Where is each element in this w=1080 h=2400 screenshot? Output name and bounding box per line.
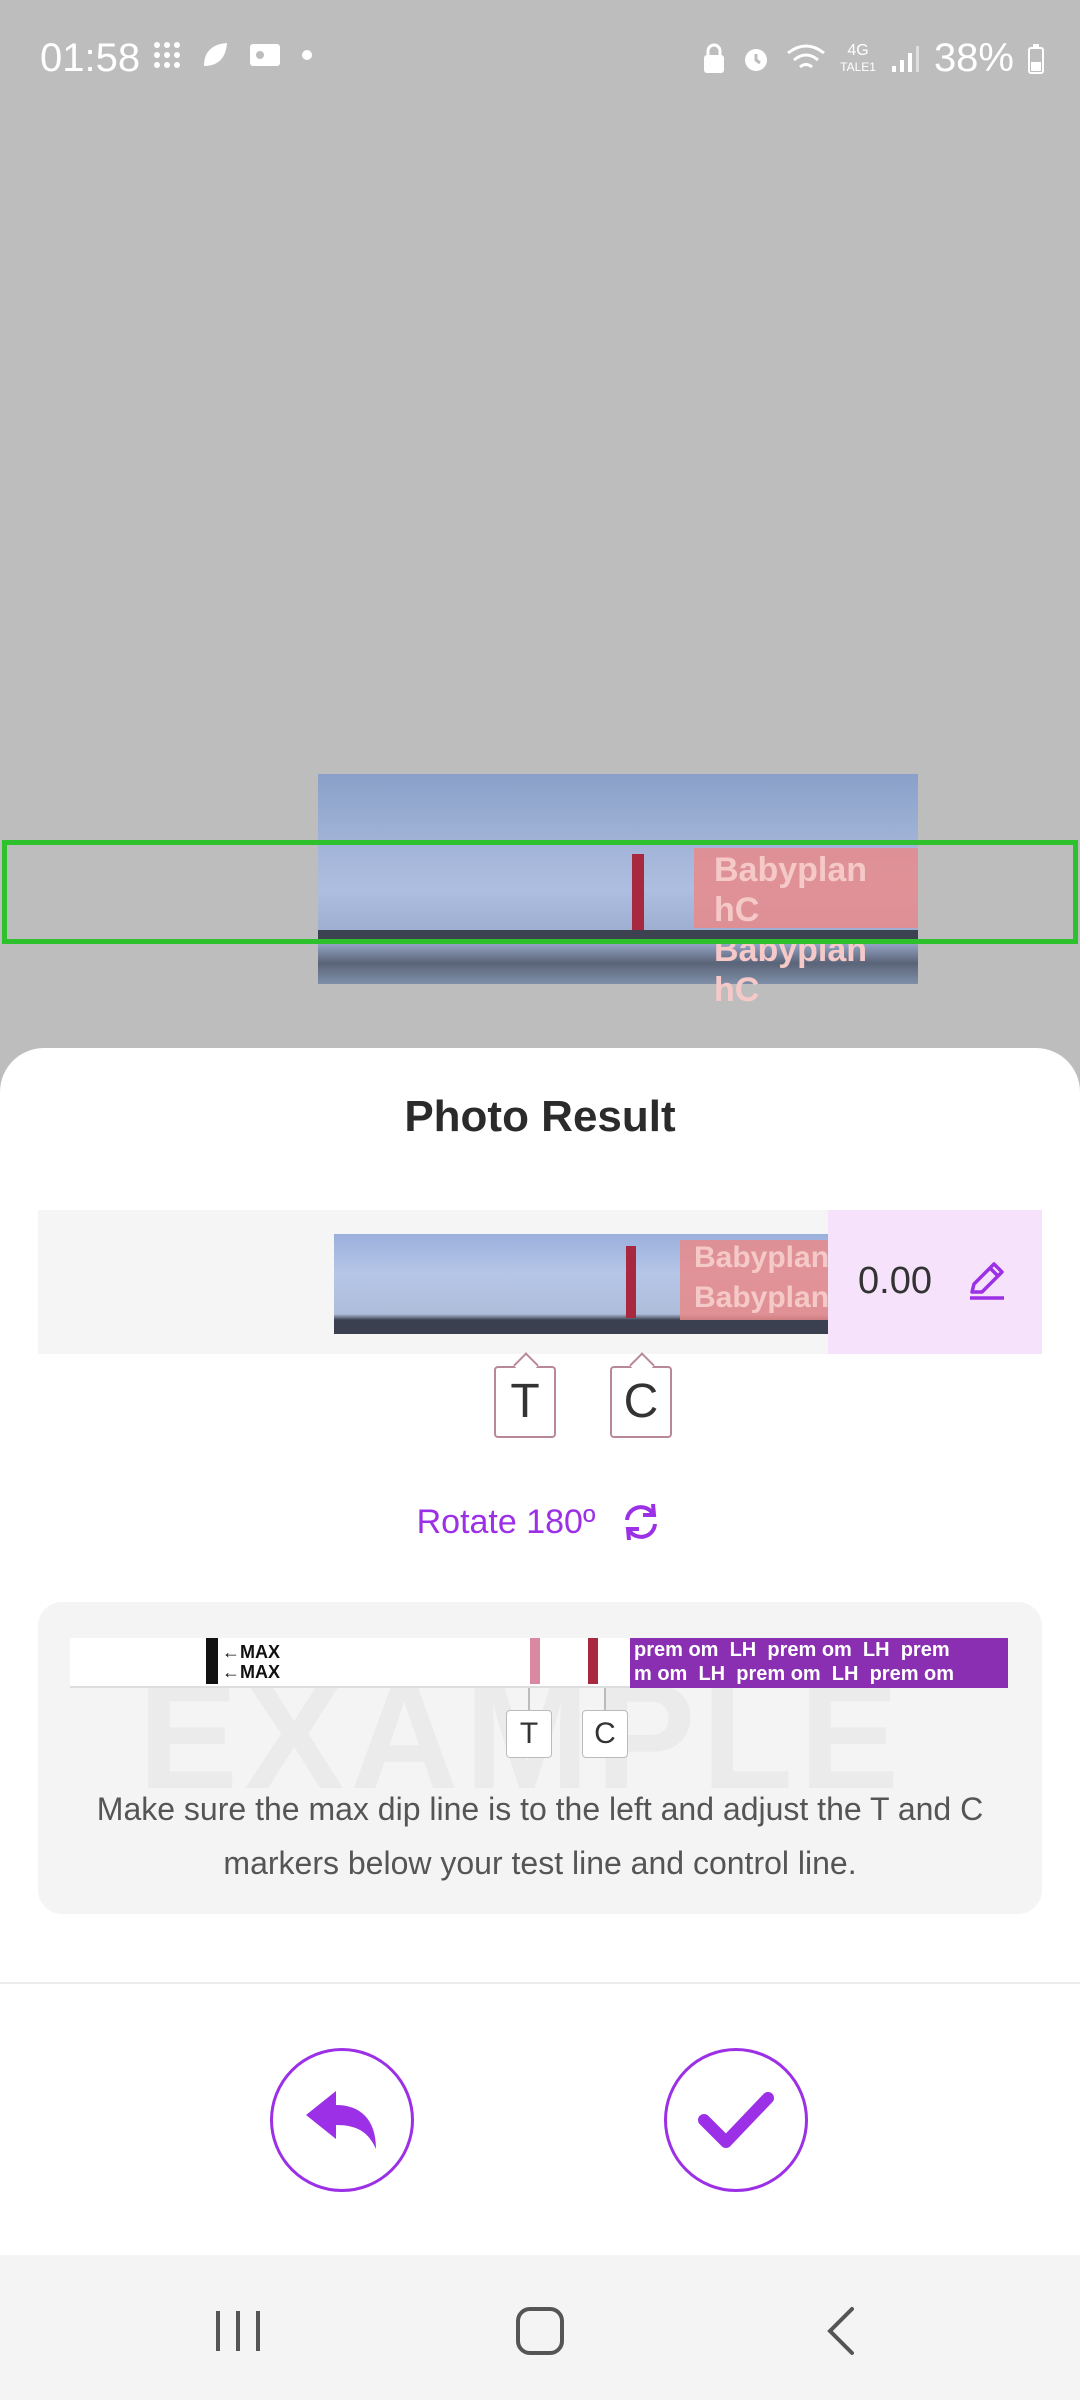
example-c-tick xyxy=(604,1688,606,1710)
example-c-marker: C xyxy=(582,1710,628,1758)
lock-icon xyxy=(704,43,725,73)
example-test-line xyxy=(530,1638,540,1684)
status-system-icons: 4G TALE1 38% xyxy=(702,36,1044,81)
crop-frame[interactable] xyxy=(2,840,1078,944)
battery-icon xyxy=(1028,43,1044,74)
example-brand-area: prem om LH prem om LH prem m om LH prem … xyxy=(630,1638,1008,1688)
dot-icon xyxy=(302,50,312,60)
sheet-title: Photo Result xyxy=(404,1092,676,1141)
rotate-button[interactable]: Rotate 180º xyxy=(0,1500,1080,1544)
result-brand-text: Babyplan Babyplan xyxy=(694,1241,830,1314)
result-control-line xyxy=(626,1246,636,1318)
result-value: 0.00 xyxy=(858,1260,932,1302)
example-control-line xyxy=(588,1638,598,1684)
c-marker[interactable]: C xyxy=(610,1366,672,1438)
example-caption: Make sure the max dip line is to the lef… xyxy=(96,1791,984,1881)
pencil-icon[interactable] xyxy=(962,1256,1010,1304)
example-t-tick xyxy=(528,1688,530,1710)
max-dip-line xyxy=(206,1638,218,1684)
divider xyxy=(0,1982,1080,1984)
recents-icon[interactable] xyxy=(208,2303,268,2359)
status-bar: 01:58 4G TALE1 38% xyxy=(0,0,1080,120)
example-strip: ←MAX ←MAX prem om LH prem om LH prem m o… xyxy=(70,1638,1008,1688)
example-t-marker: T xyxy=(506,1710,552,1758)
undo-arrow-icon xyxy=(306,2091,376,2149)
example-guide: EXAMPLE ←MAX ←MAX prem om LH prem om LH … xyxy=(38,1602,1042,1914)
battery-percent: 38% xyxy=(933,36,1014,80)
signal-icon xyxy=(891,45,919,72)
rotate-label: Rotate 180º xyxy=(416,1502,596,1541)
status-time: 01:58 xyxy=(40,36,141,80)
system-nav-bar xyxy=(0,2255,1080,2400)
nav-back-icon[interactable] xyxy=(812,2303,872,2359)
status-notification-icons xyxy=(152,40,314,70)
checkmark-icon xyxy=(698,2092,774,2148)
result-strip-image: Babyplan Babyplan xyxy=(334,1234,830,1334)
image-message-icon xyxy=(250,44,280,66)
confirm-button[interactable] xyxy=(664,2048,808,2192)
t-marker[interactable]: T xyxy=(494,1366,556,1438)
alarm-icon xyxy=(745,48,768,71)
home-icon[interactable] xyxy=(510,2303,570,2359)
network-type: 4G TALE1 xyxy=(840,41,876,74)
back-button[interactable] xyxy=(270,2048,414,2192)
wifi-icon xyxy=(787,44,826,68)
result-row: Babyplan Babyplan 0.00 xyxy=(38,1210,1042,1354)
rotate-icon xyxy=(625,1503,658,1541)
app-grid-icon xyxy=(154,42,180,68)
leaf-icon xyxy=(204,43,227,66)
result-value-box[interactable]: 0.00 xyxy=(828,1210,1042,1354)
photo-result-sheet: Photo Result Babyplan Babyplan 0.00 T C … xyxy=(0,1048,1080,2255)
max-dip-label: ←MAX ←MAX xyxy=(222,1642,280,1682)
